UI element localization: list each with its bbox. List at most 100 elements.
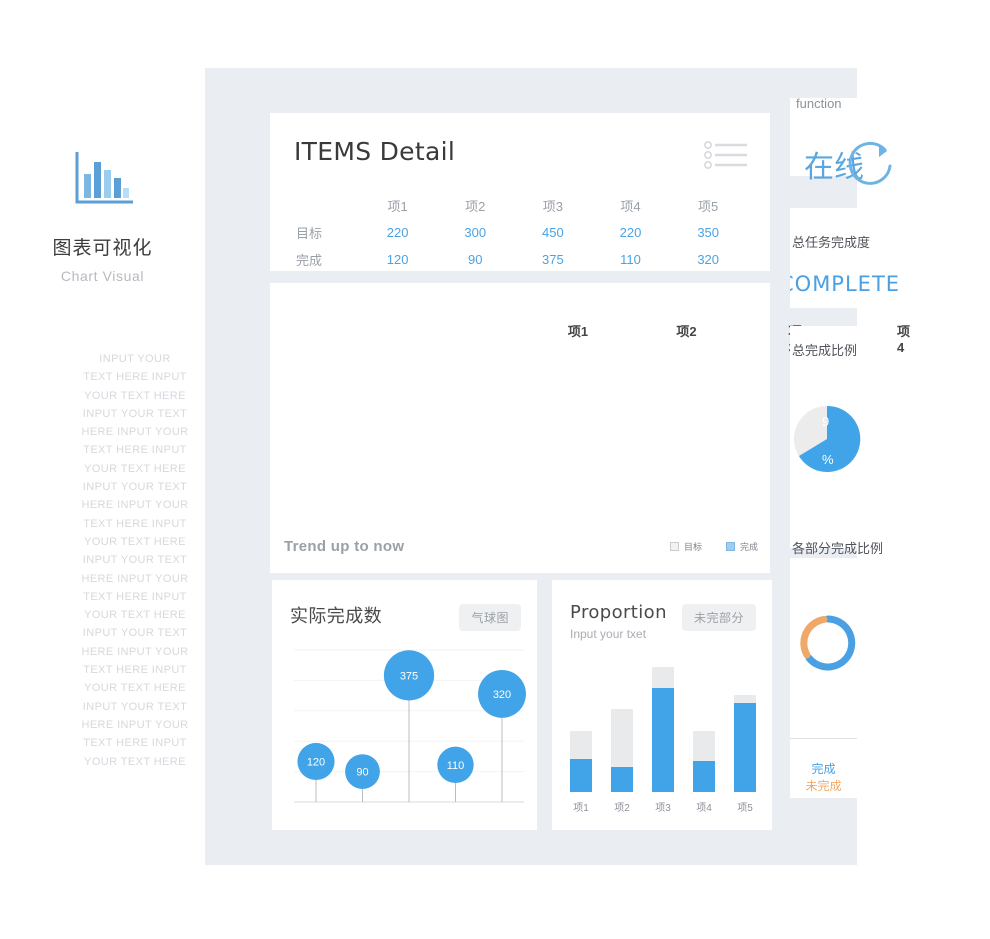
bar-column — [611, 708, 633, 792]
svg-text:120: 120 — [307, 756, 325, 768]
placeholder-text-line: HERE INPUT YOUR — [81, 426, 189, 439]
bar-fill — [734, 703, 756, 792]
placeholder-text-line: TEXT HERE INPUT — [83, 737, 187, 750]
bar-fill — [570, 758, 592, 792]
row-label: 目标 — [296, 226, 323, 241]
proportion-panel-title: Proportion — [570, 602, 667, 623]
legend-label-done: 完成 — [739, 542, 758, 552]
table-cell: 375 — [542, 252, 564, 267]
table-cell: 220 — [386, 225, 409, 240]
bar-track — [693, 730, 715, 792]
placeholder-text-line: INPUT YOUR — [99, 353, 171, 365]
bar-fill — [611, 767, 633, 792]
placeholder-text-line: TEXT HERE INPUT — [83, 444, 187, 457]
placeholder-text-block: INPUT YOUR TEXT HERE INPUT YOUR TEXT HERE I… — [60, 350, 210, 771]
placeholder-text-line: INPUT YOUR TEXT — [82, 481, 188, 494]
column-header: 项5 — [698, 199, 719, 214]
list-icon[interactable] — [704, 140, 748, 177]
function-label: function — [796, 96, 842, 111]
legend-label-target: 目标 — [683, 542, 702, 552]
rail-divider — [790, 738, 857, 739]
legend-item-done[interactable]: 完成 — [725, 540, 758, 553]
bar-column — [652, 667, 674, 792]
bar-fill — [693, 761, 715, 792]
bar-track — [570, 730, 592, 792]
complete-label: COMPLETE — [790, 272, 901, 296]
table-cell: 350 — [697, 225, 720, 240]
proportion-bar-labels: 项1 项2 项3 项4 项5 — [570, 799, 756, 814]
row-label: 完成 — [296, 253, 323, 268]
bar-category-label: 项1 — [573, 803, 589, 814]
bar-track — [652, 667, 674, 792]
bar-track — [611, 708, 633, 792]
placeholder-text-line: TEXT HERE INPUT — [83, 517, 187, 530]
legend-swatch-done — [725, 542, 735, 551]
column-header: 项1 — [387, 199, 408, 214]
proportion-bar-chart — [570, 667, 756, 792]
online-gauge-icon — [848, 141, 892, 185]
placeholder-text-line: YOUR TEXT HERE — [84, 462, 186, 475]
placeholder-text-line: INPUT YOUR TEXT — [82, 554, 188, 567]
svg-text:90: 90 — [356, 767, 368, 779]
bar-column — [570, 730, 592, 792]
bar-category-label: 项2 — [614, 803, 630, 814]
proportion-panel: Proportion 未完部分 Input your txet 项1 项2 项3 项4… — [552, 580, 772, 830]
svg-text:110: 110 — [447, 760, 465, 772]
trend-area-chart: 0100200300400500 — [270, 283, 770, 573]
placeholder-text-line: TEXT HERE INPUT — [83, 590, 187, 603]
right-sidebar: function 在线 总任务完成度 COMPLETE 总完成比例 9 % 各部… — [790, 68, 990, 865]
bar-track — [734, 694, 756, 792]
placeholder-text-line: INPUT YOUR TEXT — [82, 407, 188, 420]
table-cell: 120 — [386, 252, 409, 267]
placeholder-text-line: YOUR TEXT HERE — [84, 535, 186, 548]
table-header-row: 项1 项2 项3 项4 项5 — [290, 193, 746, 218]
page-title: ITEMS Detail — [294, 137, 456, 166]
pie-value: 9 — [822, 414, 830, 429]
placeholder-text-line: YOUR TEXT HERE — [84, 755, 186, 768]
items-detail-panel: ITEMS Detail 项1 项2 项3 项4 项5 目标 220 300 450 220 350… — [270, 113, 770, 271]
rail-legend-undone: 未完成 — [805, 779, 842, 793]
svg-text:375: 375 — [400, 670, 418, 682]
parts-ratio-label: 各部分完成比例 — [792, 541, 884, 556]
rail-legend: 完成 未完成 — [790, 760, 857, 794]
pie-unit: % — [822, 452, 834, 467]
total-task-label: 总任务完成度 — [792, 235, 871, 250]
placeholder-text-line: HERE INPUT YOUR — [81, 572, 189, 585]
trend-chart-panel: 项1项2项3项4项5 0100200300400500 Trend up to … — [270, 283, 910, 573]
legend-item-target[interactable]: 目标 — [669, 540, 702, 553]
bubble-chart: 120 90 375 110 320 — [294, 649, 526, 803]
parts-ratio-donut — [800, 615, 856, 671]
table-cell: 90 — [468, 252, 483, 267]
brand-subtitle: Chart Visual — [60, 268, 145, 284]
column-header: 项3 — [542, 199, 564, 214]
proportion-panel-badge[interactable]: 未完部分 — [681, 604, 756, 631]
table-row: 完成 120 90 375 110 320 — [290, 247, 746, 272]
placeholder-text-line: YOUR TEXT HERE — [84, 389, 186, 402]
bar-fill — [652, 687, 674, 792]
trend-footer-label: Trend up to now — [284, 538, 405, 555]
placeholder-text-line: INPUT YOUR TEXT — [82, 627, 188, 640]
table-cell: 300 — [464, 225, 487, 240]
bar-chart-icon — [0, 148, 205, 215]
placeholder-text-line: YOUR TEXT HERE — [84, 682, 186, 695]
left-sidebar: 图表可视化 Chart Visual INPUT YOUR TEXT HERE I… — [0, 0, 205, 939]
placeholder-text-line: TEXT HERE INPUT — [83, 664, 187, 677]
bar-category-label: 项4 — [696, 803, 712, 814]
table-cell: 110 — [620, 252, 641, 267]
bar-category-label: 项5 — [737, 803, 753, 814]
table-cell: 320 — [697, 252, 720, 267]
column-header: 项2 — [465, 199, 486, 214]
legend-swatch-target — [669, 542, 679, 551]
placeholder-text-line: HERE INPUT YOUR — [81, 718, 189, 731]
bubble-chart-panel: 实际完成数 气球图 120 90 375 110 320 — [272, 580, 537, 830]
placeholder-text-line: TEXT HERE INPUT — [83, 371, 187, 384]
total-ratio-label: 总完成比例 — [792, 343, 858, 358]
table-row: 目标 220 300 450 220 350 — [290, 220, 746, 245]
placeholder-text-line: HERE INPUT YOUR — [81, 499, 189, 512]
placeholder-text-line: HERE INPUT YOUR — [81, 645, 189, 658]
brand-title: 图表可视化 — [52, 237, 153, 259]
trend-legend: 目标 完成 — [669, 540, 758, 553]
page-root: 图表可视化 Chart Visual INPUT YOUR TEXT HERE I… — [0, 0, 990, 939]
column-header: 项4 — [620, 199, 641, 214]
placeholder-text-line: INPUT YOUR TEXT — [82, 700, 188, 713]
